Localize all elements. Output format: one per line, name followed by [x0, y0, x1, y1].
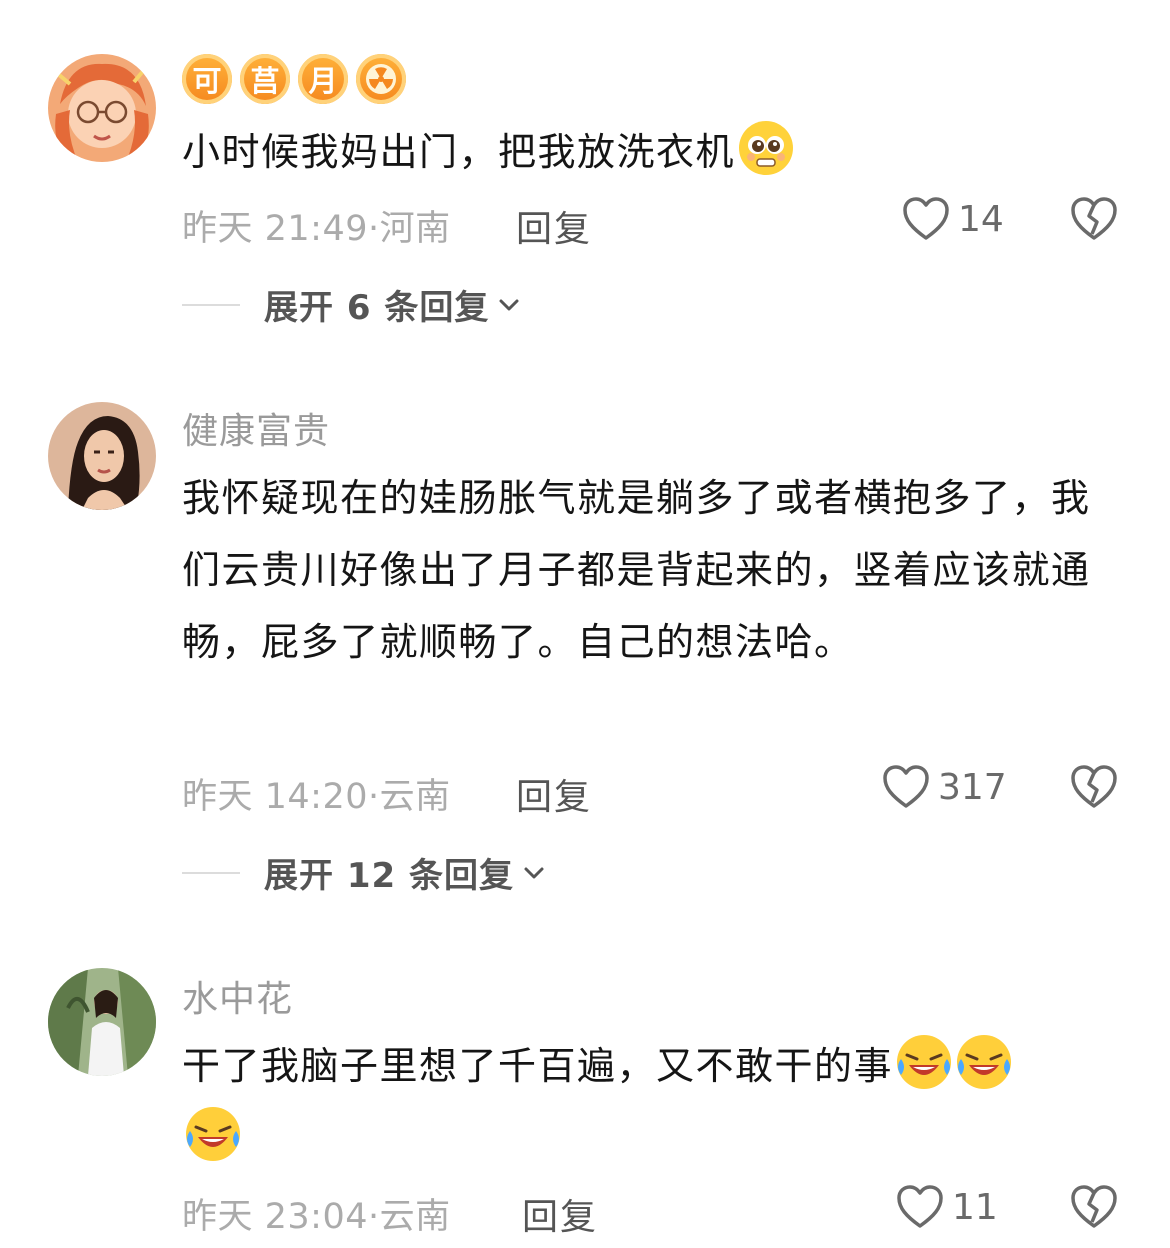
meta-separator: · [368, 1197, 380, 1237]
comment-text: 干了我脑子里想了千百遍，又不敢干的事 [182, 1030, 1112, 1174]
like-button[interactable]: 14 [902, 196, 1004, 242]
comment-text-content: 小时候我妈出门，把我放洗衣机 [182, 130, 736, 174]
chevron-down-icon [524, 867, 544, 878]
badge: 月 [298, 54, 348, 104]
meta-separator: · [368, 209, 380, 249]
laughing-crying-icon [184, 1105, 242, 1163]
comment-time: 昨天 14:20 [182, 777, 368, 817]
avatar[interactable] [48, 402, 156, 510]
expand-replies-button[interactable]: 展开 6 条回复 [182, 280, 521, 329]
like-button[interactable]: 317 [882, 764, 1007, 810]
broken-heart-icon [1071, 197, 1117, 240]
comment-location: 云南 [379, 777, 451, 817]
reply-button[interactable]: 回复 [522, 1188, 598, 1240]
user-badges: 可 莒 月 [182, 54, 406, 104]
reply-button[interactable]: 回复 [516, 768, 592, 820]
broken-heart-icon [1071, 1185, 1117, 1228]
dislike-button[interactable] [1070, 1184, 1118, 1234]
chevron-down-icon [499, 299, 519, 310]
laughing-crying-icon [895, 1033, 953, 1091]
username[interactable]: 健康富贵 [182, 402, 330, 454]
reply-button[interactable]: 回复 [516, 200, 592, 252]
pleading-face-icon [737, 119, 795, 177]
avatar[interactable] [48, 968, 156, 1076]
heart-icon [903, 197, 949, 240]
comment-text: 我怀疑现在的娃肠胀气就是躺多了或者横抱多了，我们云贵川好像出了月子都是背起来的，… [182, 476, 1091, 664]
comment-meta: 昨天 21:49·河南 [182, 200, 451, 251]
expand-replies-button[interactable]: 展开 12 条回复 [182, 848, 546, 897]
laughing-crying-icon [955, 1033, 1013, 1091]
broken-heart-icon [1071, 765, 1117, 808]
comment-time: 昨天 21:49 [182, 209, 368, 249]
dislike-button[interactable] [1070, 196, 1118, 246]
comment-location: 云南 [379, 1197, 451, 1237]
like-count: 14 [958, 198, 1004, 240]
badge: 莒 [240, 54, 290, 104]
comment-text: 小时候我妈出门，把我放洗衣机 [182, 116, 1112, 188]
dislike-button[interactable] [1070, 764, 1118, 814]
meta-separator: · [368, 777, 380, 817]
heart-icon [897, 1185, 943, 1228]
like-button[interactable]: 11 [896, 1184, 998, 1230]
comment-location: 河南 [379, 209, 451, 249]
username[interactable]: 水中花 [182, 970, 293, 1022]
heart-icon [883, 765, 929, 808]
divider-line [182, 871, 240, 874]
avatar[interactable] [48, 54, 156, 162]
expand-replies-label: 展开 6 条回复 [264, 288, 490, 328]
badge: 可 [182, 54, 232, 104]
like-count: 11 [952, 1186, 998, 1228]
comment-time: 昨天 23:04 [182, 1197, 368, 1237]
comment-meta: 昨天 14:20·云南 [182, 768, 451, 819]
like-count: 317 [938, 766, 1007, 808]
divider-line [182, 303, 240, 306]
expand-replies-label: 展开 12 条回复 [264, 856, 514, 896]
comment-text-content: 干了我脑子里想了千百遍，又不敢干的事 [182, 1044, 894, 1088]
radiation-icon [356, 54, 406, 104]
comment-meta: 昨天 23:04·云南 [182, 1188, 451, 1239]
